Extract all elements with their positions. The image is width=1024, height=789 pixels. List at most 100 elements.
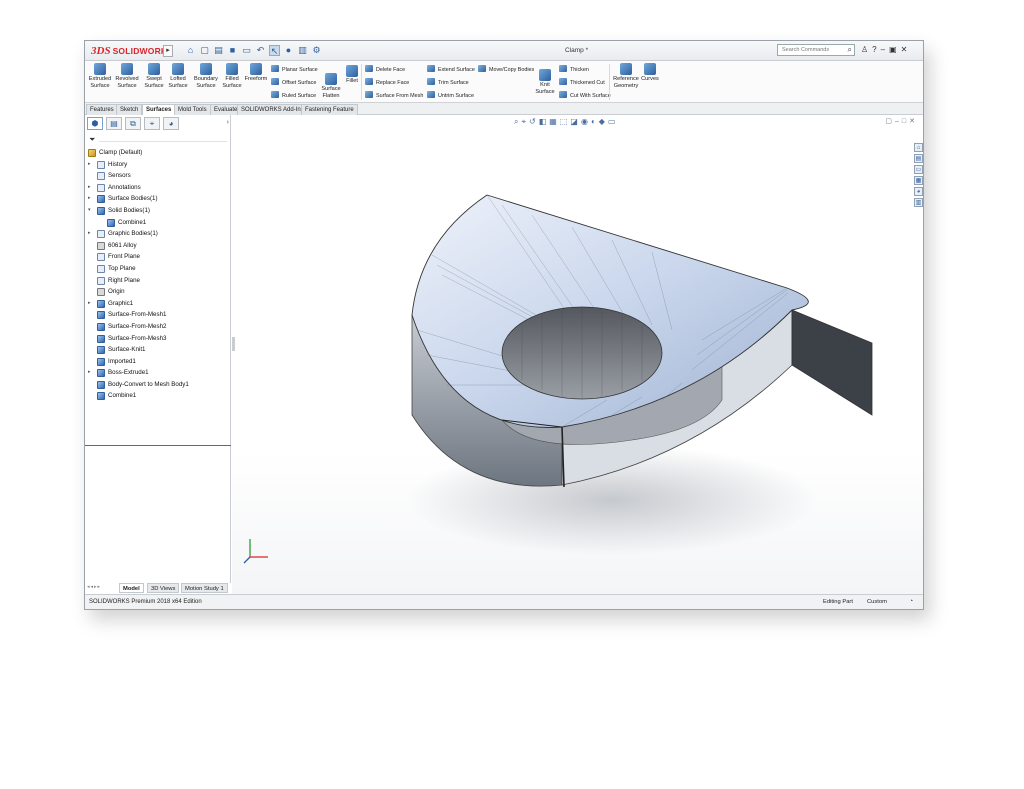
expand-arrow-icon[interactable]: ▸ [88,159,94,171]
clamp-3d-model[interactable] [232,115,924,594]
collapse-arrow-icon[interactable]: ▾ [88,205,94,217]
home-icon[interactable]: ⌂ [185,45,196,56]
tree-item[interactable]: Surface-From-Mesh3 [87,333,229,345]
tab-sketch[interactable]: Sketch [116,104,143,115]
cut-with-surface-button[interactable]: Cut With Surface [559,91,611,100]
rollback-bar[interactable] [85,445,231,446]
delete-face-button[interactable]: Delete Face [365,65,405,74]
untrim-surface-button[interactable]: Untrim Surface [427,91,474,100]
feature-manager-tab-icon[interactable]: ⬢ [87,117,103,130]
swept-surface-button[interactable]: Swept Surface [141,63,167,89]
tree-item[interactable]: Right Plane [87,275,229,287]
search-icon[interactable]: ⌕ [848,45,852,55]
tree-item[interactable]: ▸ History [87,159,229,171]
minimize-icon[interactable]: – [881,45,885,54]
thicken-button[interactable]: Thicken [559,65,589,74]
select-pointer-icon[interactable]: ↖ [269,45,280,56]
extruded-surface-button[interactable]: Extruded Surface [87,63,113,89]
replace-face-button[interactable]: Replace Face [365,78,409,87]
expand-arrow-icon[interactable]: ▸ [88,298,94,310]
tree-item[interactable]: ▸ Annotations [87,182,229,194]
reference-geometry-button[interactable]: Reference Geometry [611,63,641,89]
solidworks-logo[interactable]: 3DS SOLIDWORKS [91,44,173,58]
open-folder-icon[interactable]: ▤ [213,45,224,56]
tab-fastening-feature[interactable]: Fastening Feature [301,104,358,115]
restore-icon[interactable]: ▣ [889,45,897,54]
property-manager-tab-icon[interactable]: ▤ [106,117,122,130]
expand-arrow-icon[interactable]: ▸ [88,193,94,205]
filter-field[interactable] [99,141,227,142]
revolved-surface-button[interactable]: Revolved Surface [114,63,140,89]
tree-item[interactable]: Combine1 [87,390,229,402]
expand-arrow-icon[interactable]: ▸ [88,367,94,379]
tab-features[interactable]: Features [86,104,118,115]
graphics-area[interactable]: ⌕ ⌖ ↺ ◧ ▦ ⬚ ◪ ◉ ◐ ◆ ▭ ▢–□✕ ⌂ ▤ ▭ ▦ ◕ ▥ [232,115,924,594]
curves-button[interactable]: Curves [639,63,661,83]
tree-root-clamp[interactable]: Clamp (Default) [87,147,229,159]
undo-icon[interactable]: ↶ [255,45,266,56]
display-manager-tab-icon[interactable]: ◕ [163,117,179,130]
tab-mold-tools[interactable]: Mold Tools [174,104,211,115]
tree-item[interactable]: ▸ Graphic Bodies(1) [87,228,229,240]
thickened-cut-button[interactable]: Thickened Cut [559,78,605,87]
rebuild-icon[interactable]: ● [283,45,294,56]
planar-surface-button[interactable]: Planar Surface [271,65,318,74]
surface-from-mesh-button[interactable]: Surface From Mesh [365,91,423,100]
expand-arrow-icon[interactable]: ▸ [88,182,94,194]
tree-item[interactable]: 6061 Alloy [87,240,229,252]
tab-motion-study-1[interactable]: Motion Study 1 [181,583,228,593]
search-commands-input[interactable]: Search Commands ⌕ [777,44,855,56]
ribbon-separator [361,64,362,100]
expand-arrow-icon[interactable]: ▸ [88,228,94,240]
coordinate-triad [243,539,268,564]
tree-item[interactable]: Combine1 [87,217,229,229]
convert-mesh-icon [97,380,105,389]
save-icon[interactable]: ■ [227,45,238,56]
tree-item[interactable]: Surface-From-Mesh1 [87,309,229,321]
user-icon[interactable]: ♙ [861,45,868,54]
tab-model[interactable]: Model [119,583,144,593]
file-properties-icon[interactable]: ▥ [297,45,308,56]
status-bar: SOLIDWORKS Premium 2018 x64 Edition Edit… [85,594,923,609]
tree-item[interactable]: Origin [87,286,229,298]
customize-status-icon[interactable]: ◔ [909,598,913,605]
tree-item[interactable]: Surface-Knit1 [87,344,229,356]
lofted-surface-button[interactable]: Lofted Surface [165,63,191,89]
options-gear-icon[interactable]: ⚙ [311,45,322,56]
tree-item[interactable]: ▾ Solid Bodies(1) [87,205,229,217]
tree-item[interactable]: Front Plane [87,251,229,263]
knit-surface-button[interactable]: Knit Surface [535,69,555,95]
filter-icon[interactable]: ⏷ [89,135,95,145]
close-icon[interactable]: ✕ [901,45,908,54]
configuration-manager-tab-icon[interactable]: ⧉ [125,117,141,130]
fillet-button[interactable]: Fillet [343,65,361,85]
trim-surface-button[interactable]: Trim Surface [427,78,469,87]
new-document-icon[interactable]: ▢ [199,45,210,56]
tree-item[interactable]: ▸ Boss-Extrude1 [87,367,229,379]
help-icon[interactable]: ? [872,45,876,54]
surface-flatten-button[interactable]: Surface Flatten [319,73,343,99]
tree-item[interactable]: ▸ Surface Bodies(1) [87,193,229,205]
tree-item[interactable]: Surface-From-Mesh2 [87,321,229,333]
boundary-surface-button[interactable]: Boundary Surface [191,63,221,89]
offset-surface-button[interactable]: Offset Surface [271,78,316,87]
tree-item[interactable]: Body-Convert to Mesh Body1 [87,379,229,391]
print-icon[interactable]: ▭ [241,45,252,56]
tree-item[interactable]: ▸ Graphic1 [87,298,229,310]
tab-solidworks-add-ins[interactable]: SOLIDWORKS Add-Ins [237,104,308,115]
tree-item[interactable]: Imported1 [87,356,229,368]
filled-surface-button[interactable]: Filled Surface [219,63,245,89]
tree-item[interactable]: Top Plane [87,263,229,275]
tab-surfaces[interactable]: Surfaces [142,104,176,115]
plane-icon [97,276,105,285]
chevron-right-icon[interactable]: › [227,119,229,126]
ruled-surface-button[interactable]: Ruled Surface [271,91,316,100]
tree-item[interactable]: Sensors [87,170,229,182]
move-copy-bodies-button[interactable]: Move/Copy Bodies [478,65,534,74]
extend-surface-button[interactable]: Extend Surface [427,65,475,74]
tab-3d-views[interactable]: 3D Views [147,583,180,593]
freeform-button[interactable]: Freeform [243,63,269,83]
dimxpert-tab-icon[interactable]: ⌖ [144,117,160,130]
units-dropdown[interactable]: Custom [867,599,887,605]
menu-expand-arrow-icon[interactable]: ▸ [163,45,173,57]
